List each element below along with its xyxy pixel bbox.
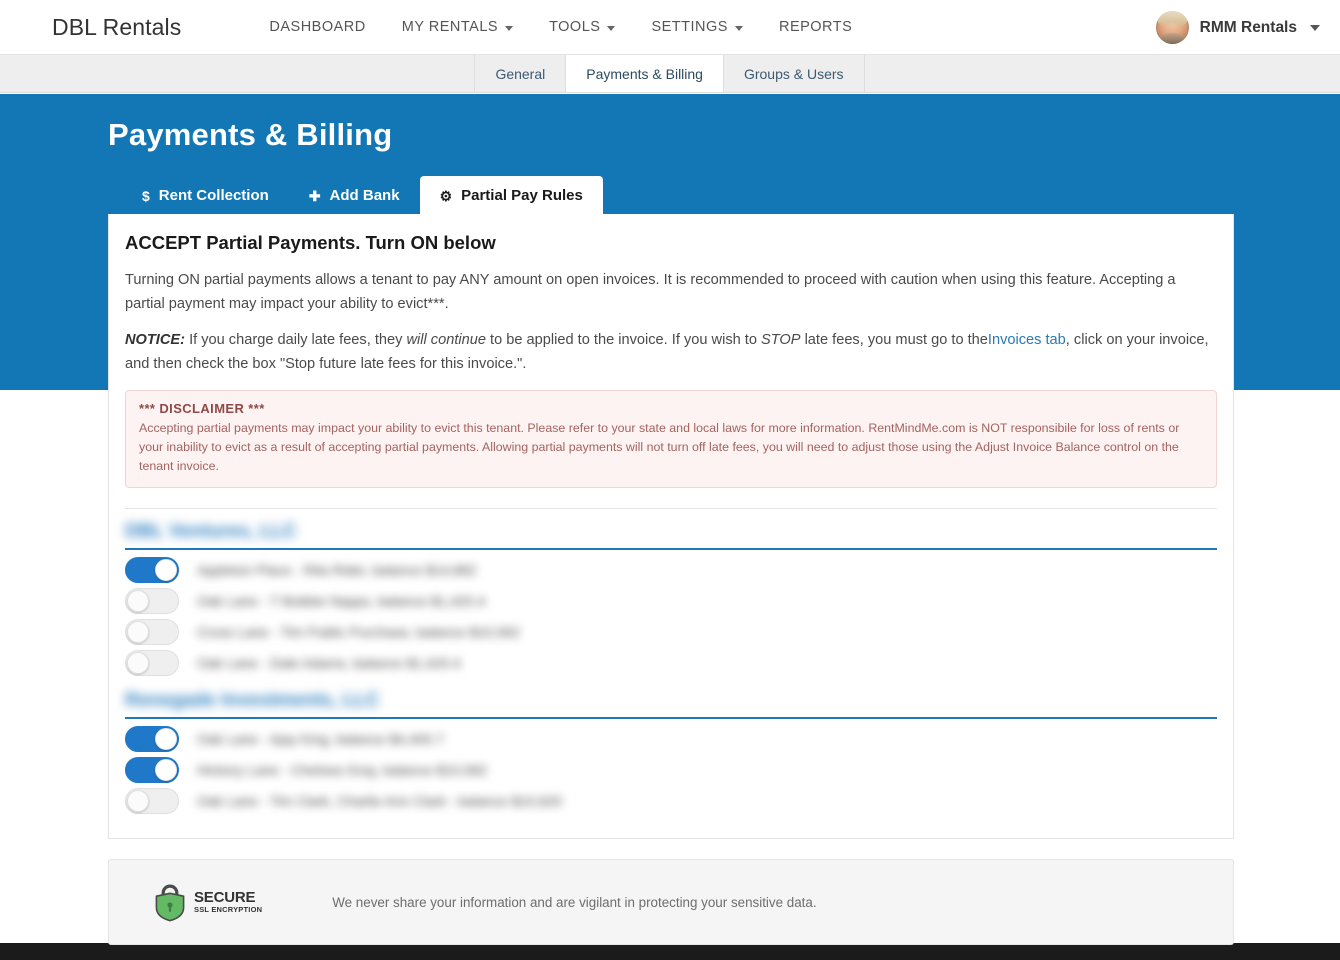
rule-row-label: Appleton Place - Rita Rider, balance $14… — [197, 561, 477, 578]
rule-row: Hickory Lane - Chelsea Gray, balance $10… — [125, 754, 1217, 785]
lock-shield-icon — [153, 882, 187, 922]
partial-pay-toggle[interactable] — [125, 618, 179, 645]
tab-label: Add Bank — [329, 187, 400, 204]
group-underline — [125, 717, 1217, 720]
tab-label: Rent Collection — [158, 187, 269, 204]
ssl-seal-title: SECURE — [194, 889, 256, 907]
group-underline — [125, 548, 1217, 551]
nav-item-dashboard[interactable]: DASHBOARD — [251, 19, 383, 35]
partial-pay-rules-card: ACCEPT Partial Payments. Turn ON below T… — [108, 214, 1234, 840]
toggle-knob — [127, 651, 149, 674]
group-section: Renegade Investments, LLC Oak Lane - Aja… — [125, 690, 1217, 816]
secure-note: We never share your information and are … — [332, 894, 817, 910]
notice-emphasis-2: STOP — [761, 332, 801, 349]
toggle-knob — [127, 589, 149, 612]
toggle-knob — [155, 727, 177, 750]
nav-label: SETTINGS — [651, 19, 728, 35]
partial-pay-toggle[interactable] — [125, 725, 179, 752]
card-heading: ACCEPT Partial Payments. Turn ON below — [125, 232, 496, 253]
page-container: Payments & Billing $ Rent Collection ✚ A… — [0, 93, 1340, 946]
nav-label: DASHBOARD — [269, 19, 366, 35]
chevron-down-icon — [607, 25, 616, 31]
rule-row-label: Oak Lane - T Bobbie Napps, balance $1,42… — [197, 592, 486, 609]
toggle-knob — [155, 758, 177, 781]
nav-label: MY RENTALS — [401, 19, 499, 35]
ssl-seal-text: SECURE SSL ENCRYPTION — [194, 890, 262, 914]
intro-paragraph: Turning ON partial payments allows a ten… — [125, 272, 1176, 313]
nav-label: TOOLS — [549, 19, 601, 35]
toggle-knob — [127, 620, 149, 643]
partial-pay-toggle[interactable] — [125, 787, 179, 814]
toggle-knob — [155, 558, 177, 581]
nav-item-my-rentals[interactable]: MY RENTALS — [384, 19, 531, 35]
rule-row: Oak Lane - Ajay King, balance $4,400.7 — [125, 723, 1217, 754]
notice-text-1: If you charge daily late fees, they — [189, 332, 403, 349]
card-tabs: $ Rent Collection ✚ Add Bank ⚙ Partial P… — [108, 176, 1234, 214]
tab-partial-pay-rules[interactable]: ⚙ Partial Pay Rules — [419, 176, 603, 214]
gear-icon: ⚙ — [439, 187, 453, 204]
chevron-down-icon — [505, 25, 514, 31]
invoices-tab-link[interactable]: Invoices tab — [988, 332, 1066, 348]
rule-row: Appleton Place - Rita Rider, balance $14… — [125, 554, 1217, 585]
settings-subnav: General Payments & Billing Groups & User… — [0, 55, 1340, 93]
page-title: Payments & Billing — [108, 117, 393, 152]
subtab-general[interactable]: General — [474, 55, 567, 92]
rule-row-label: Oak Lane - Tim Clark, Charlie Ann Clark … — [197, 792, 562, 809]
rule-row: Oak Lane - Tim Clark, Charlie Ann Clark … — [125, 785, 1217, 816]
subtab-payments-billing[interactable]: Payments & Billing — [565, 55, 724, 92]
tab-rent-collection[interactable]: $ Rent Collection — [122, 176, 289, 214]
nav-item-tools[interactable]: TOOLS — [531, 19, 633, 35]
subtab-label: Groups & Users — [743, 65, 844, 82]
main-nav: DASHBOARD MY RENTALS TOOLS SETTINGS REPO… — [251, 19, 870, 35]
partial-pay-toggle[interactable] — [125, 587, 179, 614]
subtab-label: Payments & Billing — [586, 65, 703, 82]
notice-emphasis-1: will continue — [406, 332, 486, 349]
nav-item-reports[interactable]: REPORTS — [761, 19, 870, 35]
notice-text-3: late fees, you must go to the — [804, 332, 988, 349]
dollar-icon: $ — [142, 187, 150, 204]
rule-row-label: Hickory Lane - Chelsea Gray, balance $10… — [197, 761, 488, 778]
user-menu[interactable]: RMM Rentals — [1155, 0, 1320, 55]
group-title: DBL Ventures, LLC — [125, 521, 297, 543]
group-section: DBL Ventures, LLC Appleton Place - Rita … — [125, 521, 1217, 678]
toggle-knob — [127, 789, 149, 812]
rule-row: Cross Lane - Tim Public Purchase, balanc… — [125, 616, 1217, 647]
disclaimer-body: Accepting partial payments may impact yo… — [139, 421, 1180, 473]
chevron-down-icon — [1310, 24, 1320, 31]
chevron-down-icon — [734, 25, 743, 31]
disclaimer-box: *** DISCLAIMER *** Accepting partial pay… — [125, 390, 1217, 489]
nav-label: REPORTS — [778, 19, 853, 35]
avatar — [1155, 11, 1189, 44]
rule-row-label: Oak Lane - Ajay King, balance $4,400.7 — [197, 730, 444, 747]
top-navigation-bar: DBL Rentals DASHBOARD MY RENTALS TOOLS S… — [0, 0, 1340, 55]
nav-item-settings[interactable]: SETTINGS — [633, 19, 761, 35]
subtab-label: General — [495, 65, 546, 82]
rule-row: Oak Lane - T Bobbie Napps, balance $1,42… — [125, 585, 1217, 616]
ssl-seal-subtitle: SSL ENCRYPTION — [194, 905, 263, 915]
notice-paragraph: NOTICE: If you charge daily late fees, t… — [125, 328, 1217, 376]
notice-label: NOTICE: — [125, 332, 185, 349]
partial-pay-toggle[interactable] — [125, 649, 179, 676]
section-divider — [125, 508, 1217, 510]
subtab-groups-users[interactable]: Groups & Users — [722, 55, 865, 92]
rule-row-label: Cross Lane - Tim Public Purchase, balanc… — [197, 623, 520, 640]
group-title: Renegade Investments, LLC — [125, 690, 380, 712]
ssl-seal: SECURE SSL ENCRYPTION — [153, 882, 262, 922]
rule-row: Oak Lane - Dale Adams, balance $1,420.4 — [125, 647, 1217, 678]
disclaimer-title: *** DISCLAIMER *** — [139, 401, 265, 417]
plus-icon: ✚ — [308, 187, 321, 204]
partial-pay-toggle[interactable] — [125, 756, 179, 783]
brand-logo[interactable]: DBL Rentals — [52, 14, 181, 41]
tab-add-bank[interactable]: ✚ Add Bank — [289, 176, 420, 214]
bottom-bar — [0, 943, 1340, 960]
tab-label: Partial Pay Rules — [461, 187, 583, 204]
notice-text-2: to be applied to the invoice. If you wis… — [490, 332, 757, 349]
rule-row-label: Oak Lane - Dale Adams, balance $1,420.4 — [197, 654, 461, 671]
partial-pay-toggle[interactable] — [125, 556, 179, 583]
ssl-secure-banner: SECURE SSL ENCRYPTION We never share you… — [108, 859, 1234, 946]
user-name: RMM Rentals — [1199, 18, 1297, 36]
